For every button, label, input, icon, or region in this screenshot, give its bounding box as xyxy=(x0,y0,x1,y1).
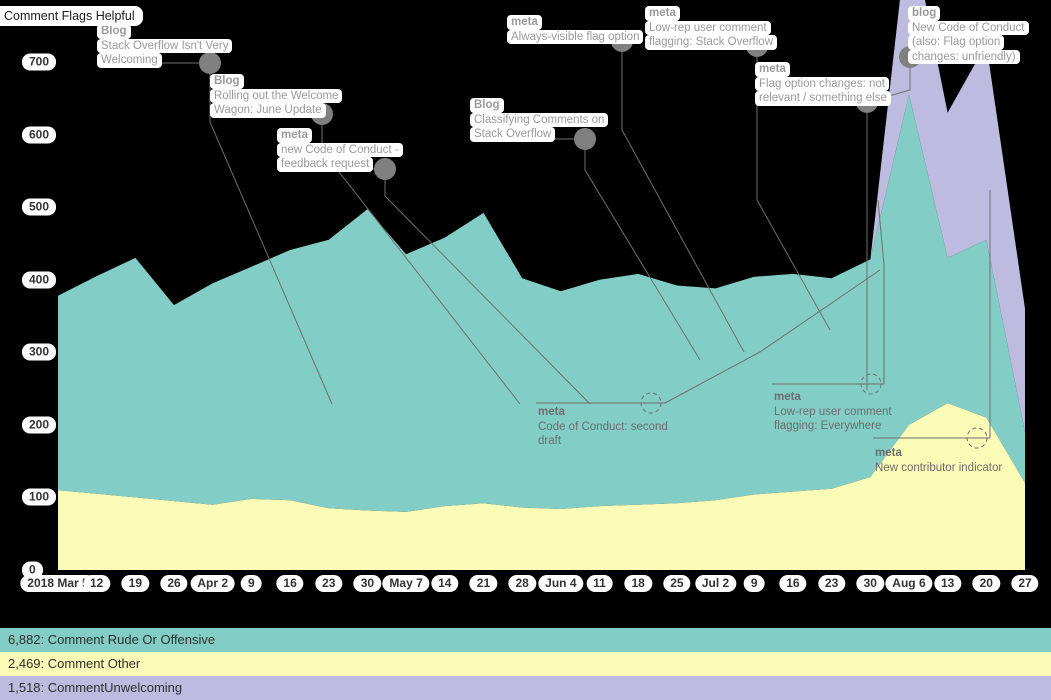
annotation-text-line: Stack Overflow Isn't Very xyxy=(97,38,233,53)
x-axis-tick: 16 xyxy=(779,575,807,592)
legend-item-comment-other[interactable]: 2,469: Comment Other xyxy=(0,652,1051,676)
x-axis-tick: 12 xyxy=(82,575,111,592)
annotation-text-line: Stack Overflow xyxy=(470,127,556,142)
annotation-source: meta xyxy=(755,62,790,77)
x-axis-tick: 19 xyxy=(121,575,150,592)
annotation-a10[interactable]: meta Low-rep user comment flagging: Everyw… xyxy=(772,390,894,434)
annotation-text-line: Rolling out the Welcome xyxy=(210,88,343,103)
x-axis-tick: 21 xyxy=(469,575,498,592)
annotation-source: meta xyxy=(645,6,680,21)
annotation-source: meta xyxy=(875,447,902,459)
annotation-text-line: New Code of Conduct xyxy=(908,20,1029,35)
chart-canvas: 0 100 200 300 400 500 600 700 2018 Mar 5 12 19 26 Ap… xyxy=(0,0,1051,624)
x-axis-tick: 9 xyxy=(743,575,765,592)
annotation-text-line: Always-visible flag option xyxy=(507,29,644,44)
x-axis-tick: Aug 6 xyxy=(885,575,933,592)
y-axis-tick: 100 xyxy=(22,488,57,506)
chart-legend: 6,882: Comment Rude Or Offensive 2,469: C… xyxy=(0,624,1051,700)
y-axis-tick: 200 xyxy=(22,416,57,434)
x-axis-tick: 16 xyxy=(276,575,304,592)
annotation-source: meta xyxy=(277,128,312,143)
y-axis-tick: 300 xyxy=(22,343,57,361)
x-axis-tick: 20 xyxy=(972,575,1000,592)
x-axis-tick: 13 xyxy=(933,575,962,592)
annotation-a3[interactable]: meta new Code of Conduct - feedback reques… xyxy=(277,128,403,172)
annotation-text-line: (also: Flag option xyxy=(908,35,1005,50)
annotation-source: meta xyxy=(538,406,565,418)
x-axis-tick: Apr 2 xyxy=(190,575,236,592)
annotation-a11[interactable]: meta New contributor indicator xyxy=(873,446,1004,475)
x-axis-tick: May 7 xyxy=(382,575,430,592)
x-axis-tick: 9 xyxy=(241,575,262,592)
annotation-source: Blog xyxy=(210,74,244,89)
annotation-source: meta xyxy=(507,15,542,30)
annotation-a6[interactable]: meta Low-rep user comment flagging: Stack … xyxy=(645,6,778,50)
annotation-source: meta xyxy=(774,391,801,403)
x-axis-tick: 27 xyxy=(1011,575,1039,592)
annotation-text-line: flagging: Everywhere xyxy=(774,420,882,432)
x-axis-tick: Jun 4 xyxy=(538,575,584,592)
annotation-text-line: Code of Conduct: second xyxy=(538,420,668,433)
annotation-text-line: Low-rep user comment xyxy=(774,405,892,418)
x-axis-tick: 26 xyxy=(160,575,188,592)
x-axis-tick: 23 xyxy=(817,575,846,592)
annotation-text-line: Classifying Comments on xyxy=(470,112,609,127)
annotation-a9[interactable]: meta Code of Conduct: second draft xyxy=(536,405,670,449)
annotation-text-line: feedback request xyxy=(277,157,374,172)
annotation-a5[interactable]: meta Always-visible flag option xyxy=(507,15,644,44)
annotation-source: Blog xyxy=(470,98,504,113)
y-axis-tick: 400 xyxy=(22,271,57,289)
annotation-text-line: Flag option changes: not xyxy=(755,76,889,91)
page-title: Comment Flags Helpful xyxy=(0,6,143,26)
annotation-text-line: draft xyxy=(538,435,562,447)
annotation-text-line: New contributor indicator xyxy=(875,461,1003,474)
annotation-source: blog xyxy=(908,6,941,21)
annotation-a4[interactable]: Blog Classifying Comments on Stack Overflo… xyxy=(470,98,609,142)
y-axis-tick: 600 xyxy=(22,126,57,144)
y-axis-tick: 500 xyxy=(22,198,57,216)
legend-item-comment-rude-or-offensive[interactable]: 6,882: Comment Rude Or Offensive xyxy=(0,628,1051,652)
x-axis-tick: 23 xyxy=(315,575,343,592)
x-axis-tick: 18 xyxy=(624,575,652,592)
x-axis-tick: 28 xyxy=(508,575,536,592)
x-axis-tick: 30 xyxy=(856,575,884,592)
legend-item-commentunwelcoming[interactable]: 1,518: CommentUnwelcoming xyxy=(0,676,1051,700)
annotation-text-line: Wagon: June Update xyxy=(210,103,326,118)
annotation-a1[interactable]: Blog Stack Overflow Isn't Very Welcoming xyxy=(97,24,233,68)
annotation-text-line: new Code of Conduct - xyxy=(277,142,403,157)
y-axis-tick: 700 xyxy=(22,53,57,71)
annotation-a2[interactable]: Blog Rolling out the Welcome Wagon: June U… xyxy=(210,74,343,118)
x-axis-tick: Jul 2 xyxy=(694,575,737,592)
x-axis-tick: 11 xyxy=(586,575,613,592)
annotation-a8[interactable]: blog New Code of Conduct (also: Flag optio… xyxy=(908,6,1029,64)
x-axis-tick: 25 xyxy=(663,575,691,592)
x-axis-tick: 14 xyxy=(431,575,459,592)
area-chart-svg xyxy=(58,0,1025,570)
annotation-text-line: relevant / something else xyxy=(755,91,891,106)
x-axis-tick: 30 xyxy=(353,575,382,592)
annotation-source: Blog xyxy=(97,24,131,39)
annotation-text-line: flagging: Stack Overflow xyxy=(645,35,778,50)
annotation-text-line: Welcoming xyxy=(97,53,162,68)
annotation-a7[interactable]: meta Flag option changes: not relevant / s… xyxy=(755,62,891,106)
annotation-text-line: Low-rep user comment xyxy=(645,20,771,35)
annotation-text-line: changes: unfriendly) xyxy=(908,49,1020,64)
